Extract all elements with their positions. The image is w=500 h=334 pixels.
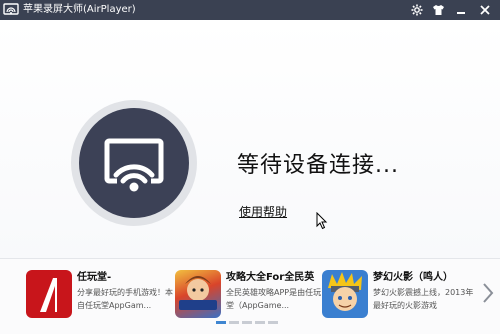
gear-icon <box>411 4 423 16</box>
pager-dot[interactable] <box>268 321 278 324</box>
close-button[interactable] <box>477 2 493 18</box>
skin-button[interactable] <box>430 2 446 18</box>
minimize-icon <box>457 12 465 14</box>
app-name: 任玩堂- <box>77 272 112 283</box>
app-name: 攻略大全For全民英 <box>226 272 315 283</box>
pager-dot[interactable] <box>216 321 226 324</box>
help-link[interactable]: 使用帮助 <box>239 204 287 220</box>
app-window: 苹果录屏大师(AirPlayer) 等待设备连接... 使用帮助 任玩堂- 分享… <box>0 0 500 334</box>
connection-panel: 等待设备连接... 使用帮助 <box>0 20 500 258</box>
app-description: 梦幻火影震撼上线，2013年 最好玩的火影游戏 <box>373 286 491 312</box>
chevron-right-icon[interactable] <box>482 282 494 304</box>
pager-dot[interactable] <box>242 321 252 324</box>
airplay-app-icon <box>3 3 19 15</box>
airplay-disc <box>79 108 189 218</box>
title-bar[interactable]: 苹果录屏大师(AirPlayer) <box>0 0 500 20</box>
airplay-screen-icon <box>104 138 164 192</box>
carousel-pager <box>216 321 280 325</box>
app-card-renwantang[interactable]: 任玩堂- 分享最好玩的手机游戏！本 自任玩堂AppGam... <box>26 270 176 320</box>
app-name: 梦幻火影（鸣人） <box>373 272 453 283</box>
waiting-status-text: 等待设备连接... <box>237 153 399 178</box>
naruto-art <box>322 270 368 318</box>
renwantang-logo <box>26 270 72 318</box>
app-card-naruto[interactable]: 梦幻火影（鸣人） 梦幻火影震撼上线，2013年 最好玩的火影游戏 <box>322 270 482 320</box>
pager-dot[interactable] <box>229 321 239 324</box>
app-card-hero-guide[interactable]: 攻略大全For全民英 全民英雄攻略APP是由任玩 堂（AppGame... <box>175 270 325 320</box>
mouse-cursor-icon <box>316 212 328 230</box>
app-recommendation-bar: 任玩堂- 分享最好玩的手机游戏！本 自任玩堂AppGam... 攻略大全For全… <box>0 258 500 334</box>
airplay-ring <box>71 100 197 226</box>
pager-dot[interactable] <box>255 321 265 324</box>
app-description-line: 梦幻火影震撼上线，2013年 <box>373 288 474 297</box>
window-title: 苹果录屏大师(AirPlayer) <box>23 4 136 15</box>
minimize-button[interactable] <box>453 2 469 18</box>
close-icon <box>480 5 490 15</box>
shirt-icon <box>432 5 444 15</box>
game-hero-art <box>175 270 221 318</box>
settings-button[interactable] <box>409 2 425 18</box>
app-description-line: 最好玩的火影游戏 <box>373 301 437 310</box>
